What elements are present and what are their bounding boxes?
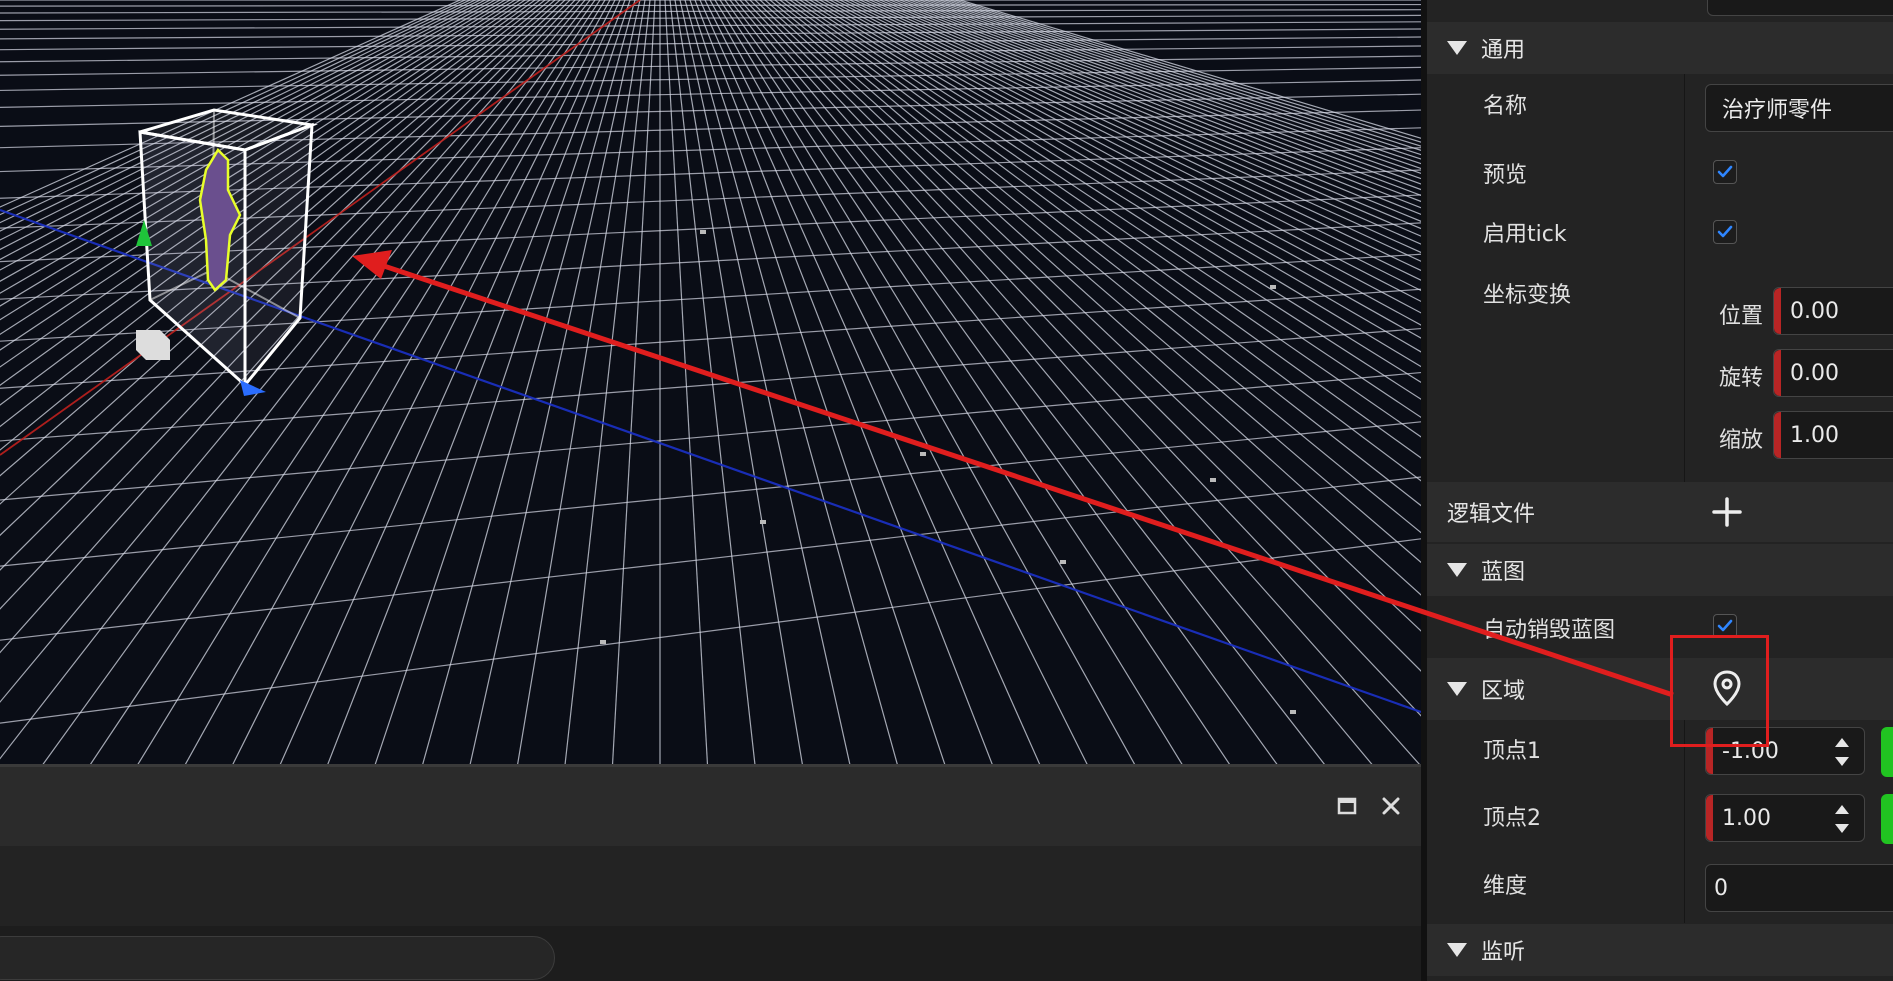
annotation-arrow xyxy=(371,259,1674,698)
annotation-highlight-box xyxy=(1670,635,1769,747)
annotation-arrowhead xyxy=(352,250,392,279)
annotation-overlay xyxy=(352,250,1674,698)
